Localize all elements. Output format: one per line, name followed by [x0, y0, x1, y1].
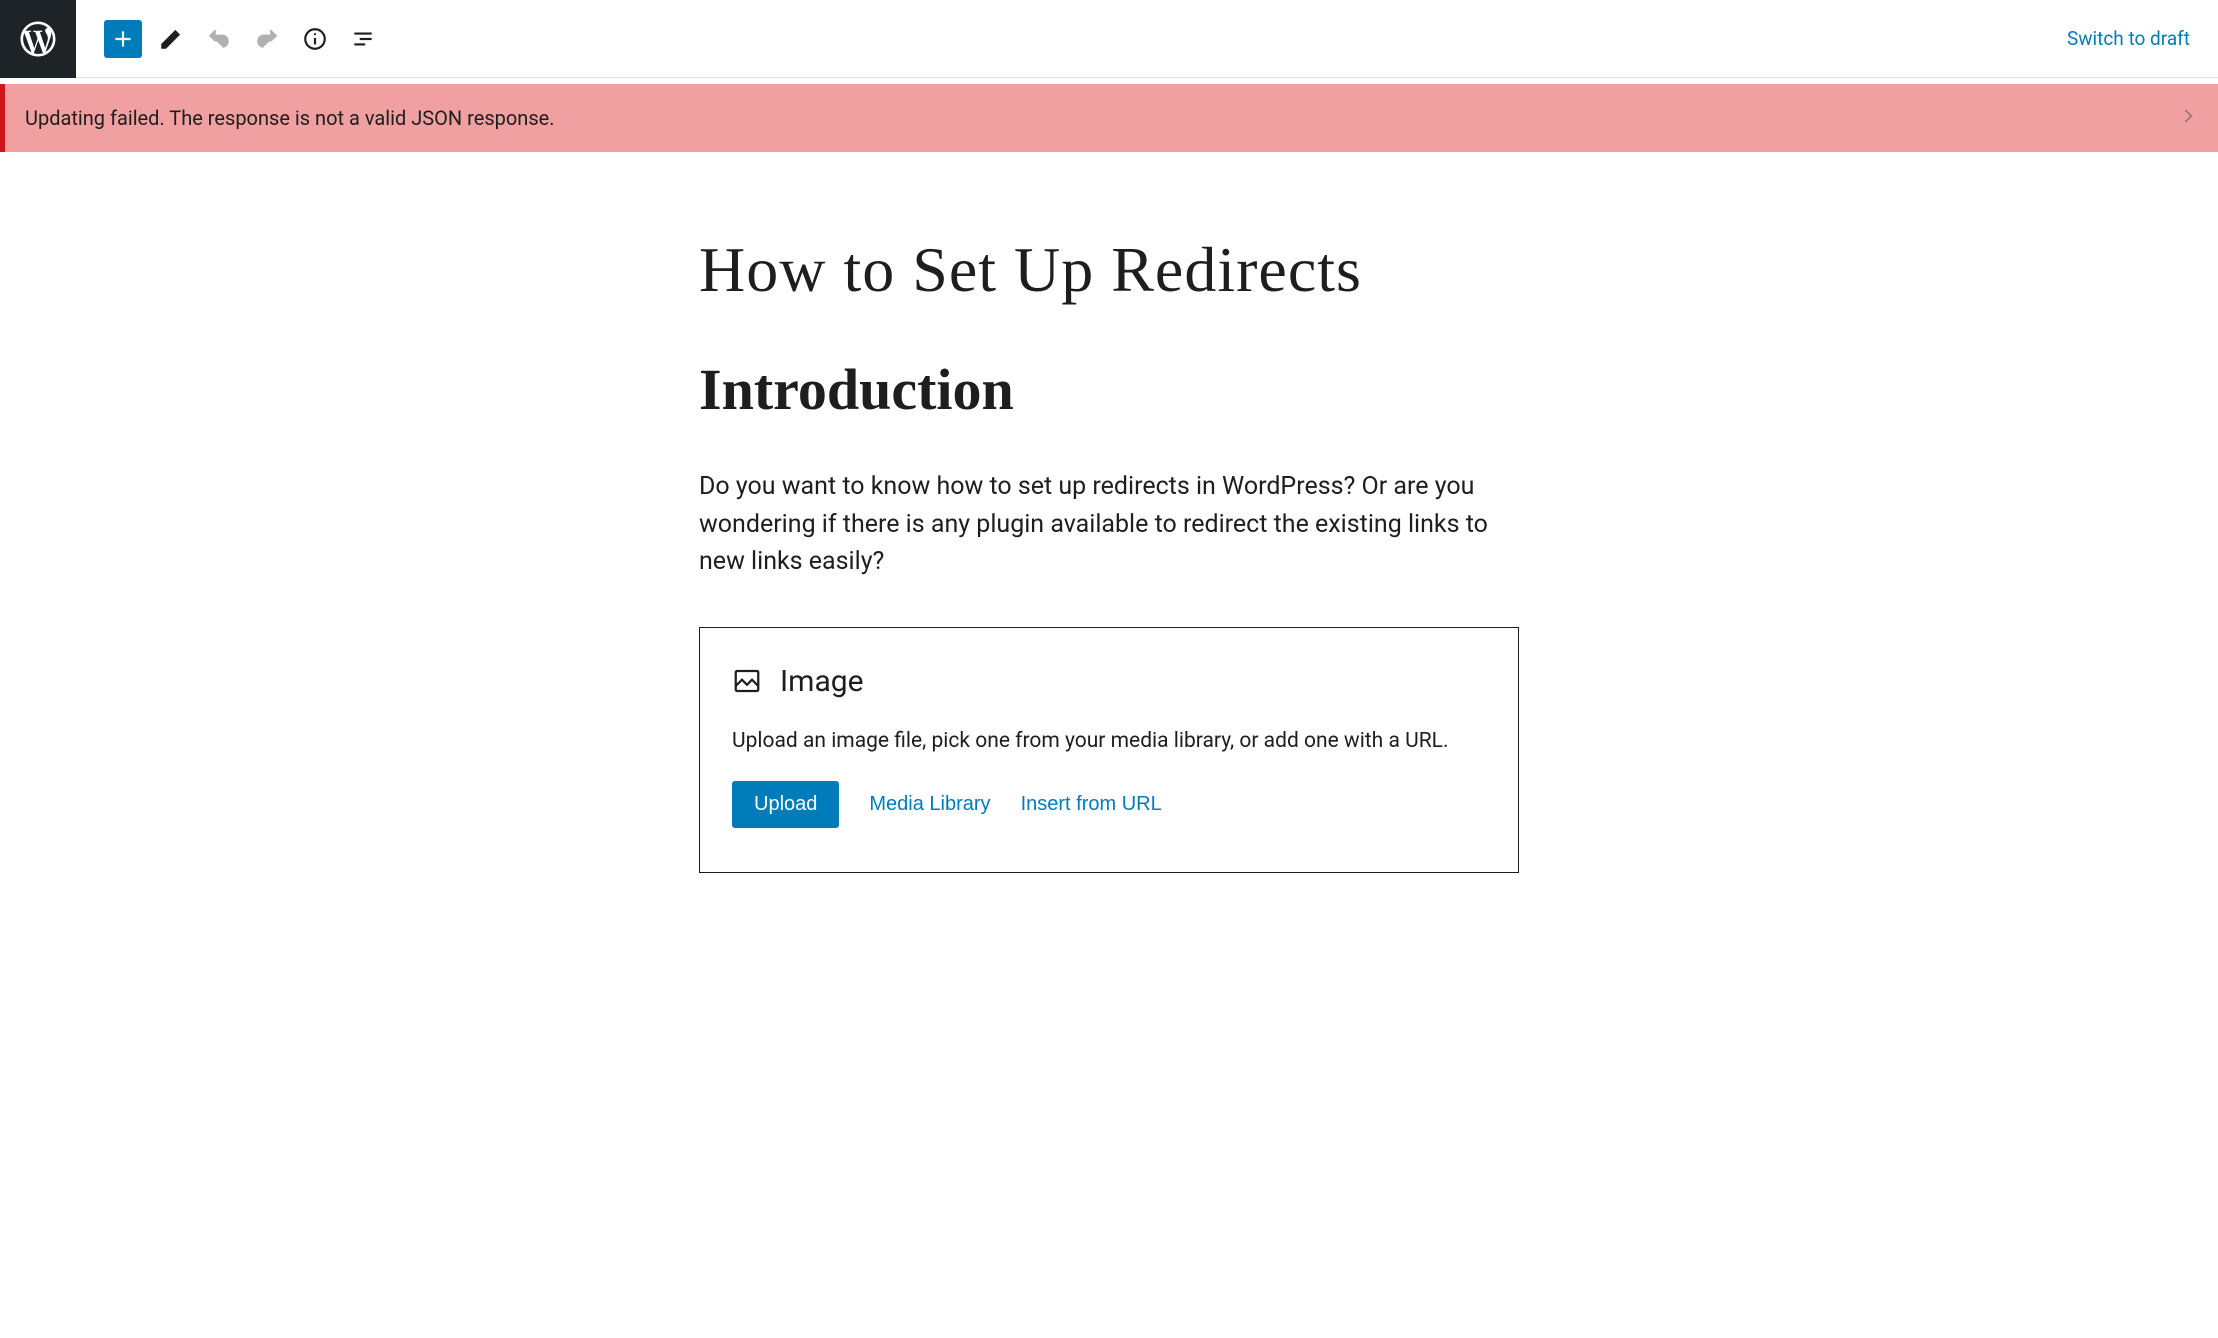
- image-block-actions: Upload Media Library Insert from URL: [732, 781, 1486, 828]
- info-button[interactable]: [296, 20, 334, 58]
- dismiss-error-button[interactable]: [2178, 106, 2198, 130]
- image-block-placeholder[interactable]: Image Upload an image file, pick one fro…: [699, 627, 1519, 873]
- add-block-button[interactable]: [104, 20, 142, 58]
- paragraph-block[interactable]: Do you want to know how to set up redire…: [699, 468, 1519, 581]
- edit-mode-button[interactable]: [152, 20, 190, 58]
- image-block-header: Image: [732, 664, 1486, 699]
- image-icon: [732, 666, 762, 696]
- image-block-title: Image: [780, 664, 864, 699]
- outline-button[interactable]: [344, 20, 382, 58]
- editor-toolbar: [76, 20, 2067, 58]
- post-title[interactable]: How to Set Up Redirects: [699, 232, 1519, 309]
- undo-icon: [206, 26, 232, 52]
- upload-button[interactable]: Upload: [732, 781, 839, 828]
- error-notice: Updating failed. The response is not a v…: [0, 84, 2218, 152]
- wordpress-icon: [17, 18, 59, 60]
- editor-content: How to Set Up Redirects Introduction Do …: [699, 152, 1519, 913]
- media-library-button[interactable]: Media Library: [869, 793, 990, 816]
- outline-icon: [350, 26, 376, 52]
- editor-topbar: Switch to draft: [0, 0, 2218, 78]
- pencil-icon: [158, 26, 184, 52]
- heading-block[interactable]: Introduction: [699, 355, 1519, 425]
- topbar-right: Switch to draft: [2067, 27, 2218, 50]
- info-icon: [302, 26, 328, 52]
- insert-from-url-button[interactable]: Insert from URL: [1021, 793, 1162, 816]
- switch-to-draft-link[interactable]: Switch to draft: [2067, 27, 2190, 50]
- image-block-description: Upload an image file, pick one from your…: [732, 729, 1486, 753]
- wordpress-logo[interactable]: [0, 0, 76, 78]
- redo-icon: [254, 26, 280, 52]
- chevron-right-icon: [2178, 106, 2198, 126]
- undo-button[interactable]: [200, 20, 238, 58]
- redo-button[interactable]: [248, 20, 286, 58]
- error-message: Updating failed. The response is not a v…: [25, 106, 555, 130]
- plus-icon: [110, 26, 136, 52]
